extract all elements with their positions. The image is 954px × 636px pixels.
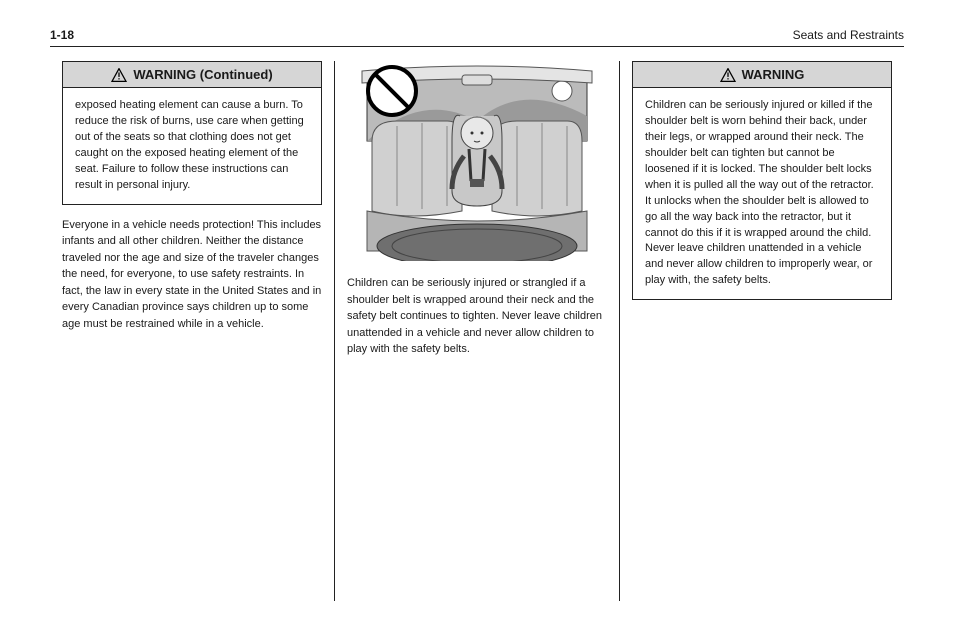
warning-body-text: exposed heating element can cause a burn… — [63, 88, 321, 204]
no-symbol-icon — [368, 67, 416, 115]
warning-triangle-icon — [111, 68, 127, 82]
warning-header: WARNING — [633, 62, 891, 88]
section-title: Seats and Restraints — [793, 28, 904, 42]
column-1: WARNING (Continued) exposed heating elem… — [50, 61, 334, 601]
car-interior-svg — [352, 61, 602, 261]
three-column-layout: WARNING (Continued) exposed heating elem… — [50, 61, 904, 601]
column-3: WARNING Children can be seriously injure… — [619, 61, 904, 601]
warning-label: WARNING — [742, 67, 805, 82]
column-2-body-text: Children can be seriously injured or str… — [347, 275, 607, 358]
page-number: 1-18 — [50, 28, 74, 42]
column-1-body-text: Everyone in a vehicle needs protection! … — [62, 217, 322, 333]
warning-header: WARNING (Continued) — [63, 62, 321, 88]
warning-box: WARNING Children can be seriously injure… — [632, 61, 892, 300]
warning-box-continued: WARNING (Continued) exposed heating elem… — [62, 61, 322, 205]
child-in-car-illustration — [352, 61, 602, 261]
warning-body-text: Children can be seriously injured or kil… — [633, 88, 891, 299]
warning-label: WARNING (Continued) — [133, 67, 272, 82]
page-header: 1-18 Seats and Restraints — [50, 28, 904, 47]
column-2: Children can be seriously injured or str… — [334, 61, 619, 601]
warning-triangle-icon — [720, 68, 736, 82]
